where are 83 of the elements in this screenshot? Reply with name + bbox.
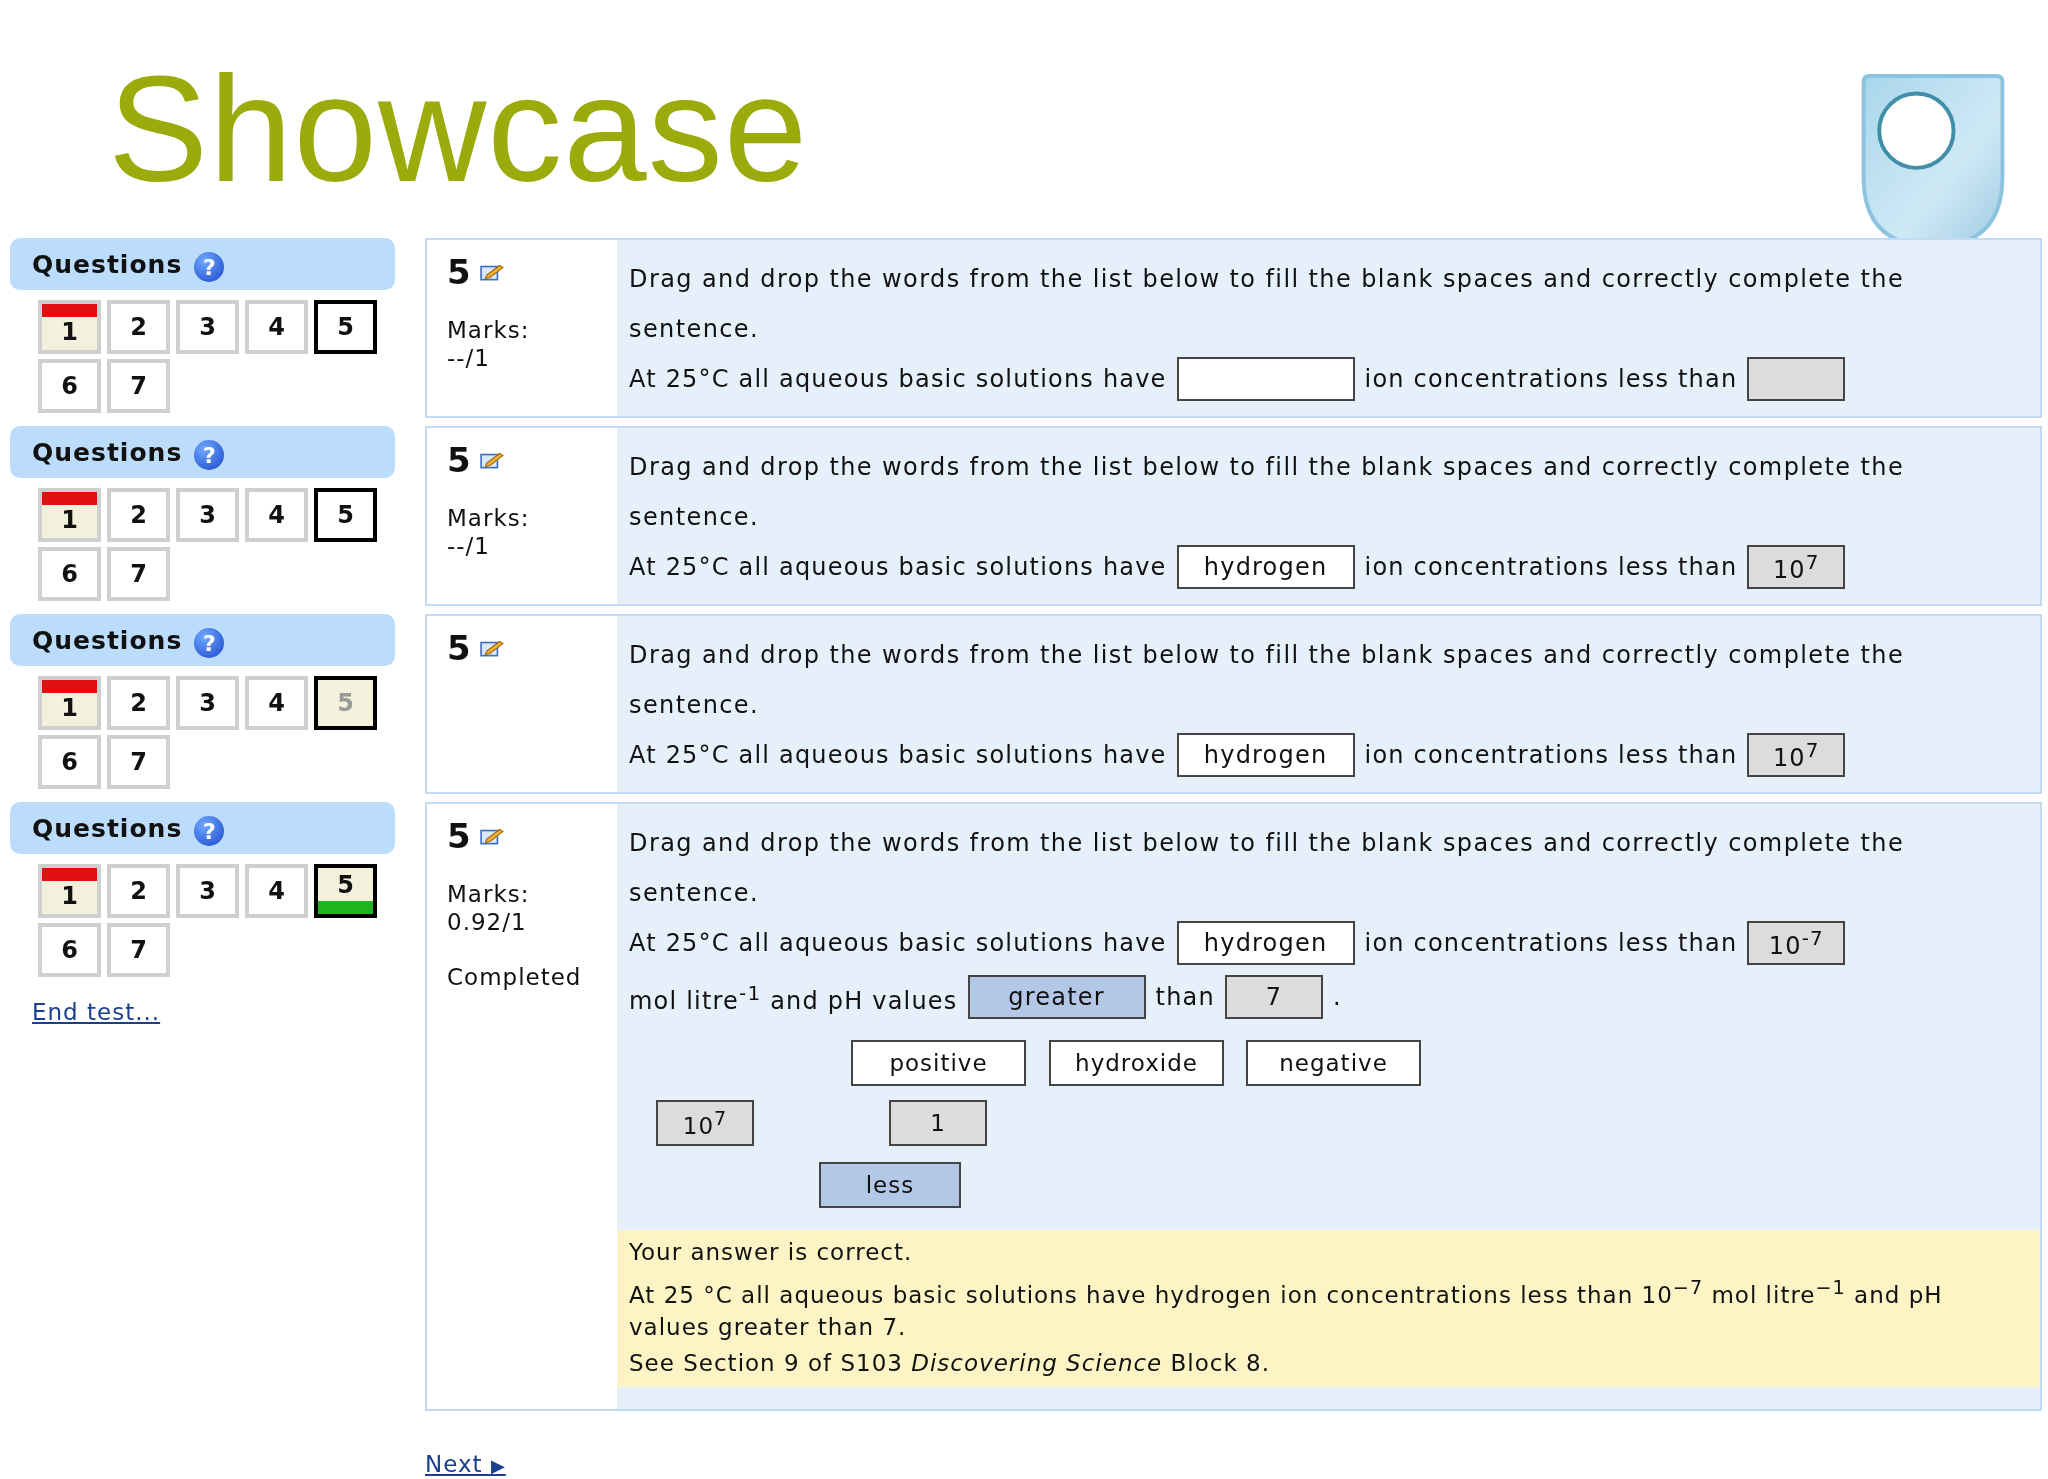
question-prompt: Drag and drop the words from the list below to fill the blank spaces and correctly complete the sentence. [629, 452, 1906, 533]
question-number-button[interactable]: 6 [38, 735, 101, 789]
sentence-text: At 25°C all aqueous basic solutions have [629, 740, 1167, 771]
question-number-button[interactable]: 1 [38, 676, 101, 730]
question-number-button[interactable]: 6 [38, 359, 101, 413]
question-number-button[interactable]: 7 [107, 735, 170, 789]
question-number-button[interactable]: 1 [38, 300, 101, 354]
drop-slot[interactable]: 10$^{-7}$ [1747, 921, 1846, 965]
drop-slot[interactable] [1747, 357, 1846, 401]
drop-slot[interactable]: hydrogen [1176, 921, 1355, 965]
sentence-text: mol litre$^{-1}$ and pH values [629, 980, 958, 1017]
question-number-button[interactable]: 4 [245, 676, 308, 730]
questions-heading: Questions [32, 249, 183, 279]
question-number-button[interactable]: 4 [245, 488, 308, 542]
next-link[interactable]: Next ▶ [425, 1450, 506, 1477]
feedback-text: Your answer is correct. [629, 1238, 914, 1267]
sentence-text: ion concentrations less than [1364, 928, 1738, 959]
sentence-text: ion concentrations less than [1364, 552, 1738, 583]
question-number-button[interactable]: 2 [107, 864, 170, 918]
question-number-button[interactable]: 1 [38, 488, 101, 542]
question-number-button[interactable]: 2 [107, 300, 170, 354]
question-number-button[interactable]: 4 [245, 300, 308, 354]
drop-slot[interactable] [1176, 357, 1355, 401]
question-number: 5 [447, 628, 472, 668]
sentence-text: At 25°C all aqueous basic solutions have [629, 928, 1167, 959]
word-tile[interactable]: 1 [889, 1100, 987, 1146]
sentence-text: At 25°C all aqueous basic solutions have [629, 364, 1167, 395]
question-number: 5 [447, 252, 472, 292]
marks-label: Marks: [447, 316, 531, 344]
questions-heading: Questions [32, 437, 183, 467]
word-tile[interactable]: hydroxide [1049, 1040, 1224, 1086]
edit-icon[interactable] [479, 826, 504, 846]
question-prompt: Drag and drop the words from the list below to fill the blank spaces and correctly complete the sentence. [629, 828, 1906, 909]
word-tile[interactable]: negative [1246, 1040, 1421, 1086]
question-number-button[interactable]: 7 [107, 923, 170, 977]
sentence-text: than [1155, 982, 1215, 1013]
question-number-button[interactable]: 3 [176, 300, 239, 354]
drop-slot[interactable]: hydrogen [1176, 545, 1355, 589]
marks-label: Marks: [447, 880, 531, 908]
end-test-link[interactable]: End test... [32, 999, 161, 1025]
question-prompt: Drag and drop the words from the list below to fill the blank spaces and correctly complete the sentence. [629, 264, 1906, 345]
sentence-text: ion concentrations less than [1364, 740, 1738, 771]
edit-icon[interactable] [479, 262, 504, 282]
question-number-button[interactable]: 4 [245, 864, 308, 918]
sentence-text: At 25°C all aqueous basic solutions have [629, 552, 1167, 583]
feedback-text: See Section 9 of S103 Discovering Science Block 8. [629, 1348, 1272, 1378]
question-number-button[interactable]: 2 [107, 676, 170, 730]
drop-slot[interactable]: hydrogen [1176, 733, 1355, 777]
question-number-button[interactable]: 3 [176, 676, 239, 730]
question-number: 5 [447, 440, 472, 480]
drop-slot[interactable]: 10$^{7}$ [1747, 545, 1846, 589]
edit-icon[interactable] [479, 450, 504, 470]
question-number-button[interactable]: 1 [38, 864, 101, 918]
question-number-button[interactable]: 6 [38, 547, 101, 601]
questions-heading: Questions [32, 625, 183, 655]
question-number-button[interactable]: 3 [176, 488, 239, 542]
marks-value: 0.92/1 [447, 908, 528, 936]
question-status: Completed [447, 964, 583, 990]
sentence-text: . [1332, 982, 1342, 1013]
question-prompt: Drag and drop the words from the list below to fill the blank spaces and correctly complete the sentence. [629, 640, 1906, 721]
question-number-button[interactable]: 5 [314, 488, 377, 542]
marks-label: Marks: [447, 504, 531, 532]
word-tile[interactable]: less [819, 1162, 961, 1208]
feedback-text: At 25 °C all aqueous basic solutions have hydrogen ion concentrations less than 10$^{−7}$ mol litre$^{−1}$ and pH values greater than 7. [629, 1275, 1944, 1342]
marks-value: --/1 [447, 532, 491, 560]
question-number-button[interactable]: 3 [176, 864, 239, 918]
sentence-text: ion concentrations less than [1364, 364, 1738, 395]
edit-icon[interactable] [479, 638, 504, 658]
question-number-button[interactable]: 5 [314, 864, 377, 918]
drop-slot[interactable]: greater [967, 975, 1146, 1019]
questions-heading: Questions [32, 813, 183, 843]
question-number-button[interactable]: 6 [38, 923, 101, 977]
page-title: Showcase [108, 44, 809, 214]
marks-value: --/1 [447, 344, 491, 372]
question-number-button[interactable]: 2 [107, 488, 170, 542]
question-number-button[interactable]: 7 [107, 547, 170, 601]
word-tile[interactable]: 10$^{7}$ [656, 1100, 754, 1146]
question-number-button[interactable]: 7 [107, 359, 170, 413]
question-number-button[interactable]: 5 [314, 300, 377, 354]
word-tile[interactable]: positive [851, 1040, 1026, 1086]
question-number: 5 [447, 816, 472, 856]
drop-slot[interactable]: 10$^{7}$ [1747, 733, 1846, 777]
drop-slot[interactable]: 7 [1224, 975, 1323, 1019]
